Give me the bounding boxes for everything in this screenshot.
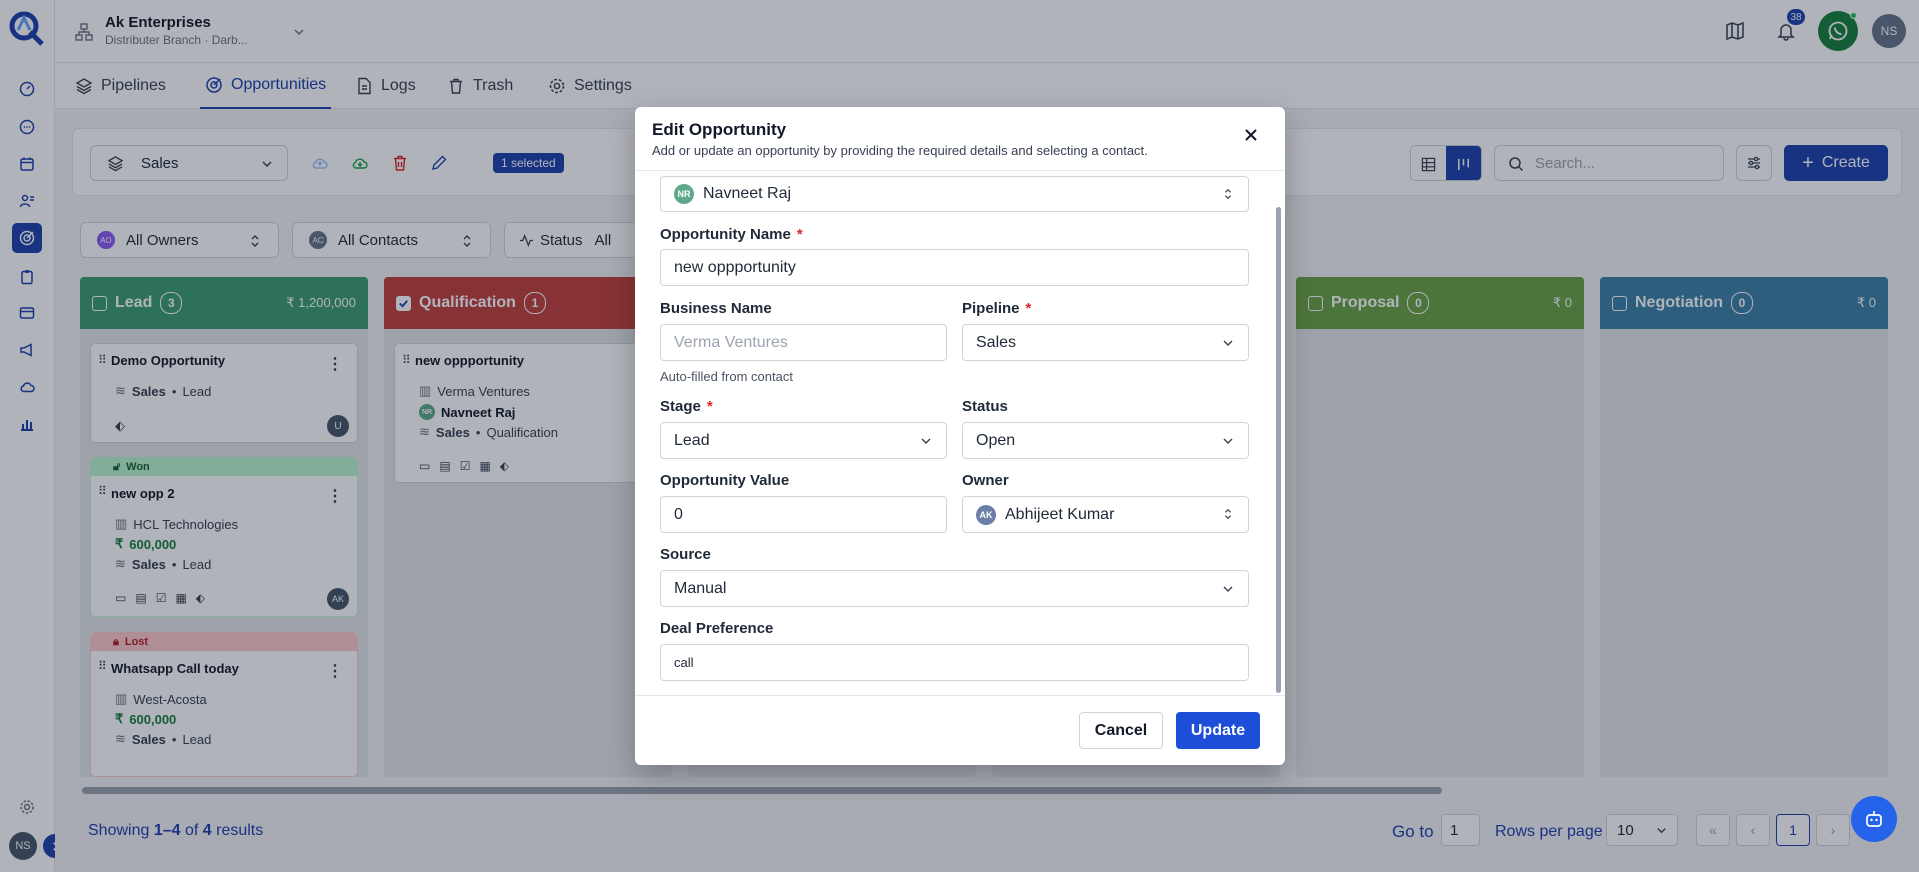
source-label: Source <box>660 546 711 563</box>
deal-preference-input[interactable]: call <box>660 644 1249 681</box>
owner-avatar: AK <box>976 504 996 525</box>
chatbot-button[interactable] <box>1851 796 1897 842</box>
stage-select[interactable]: Lead <box>660 422 947 459</box>
status-select[interactable]: Open <box>962 422 1249 459</box>
edit-opportunity-modal: Edit Opportunity Add or update an opport… <box>635 107 1285 765</box>
contact-select[interactable]: NR Navneet Raj <box>660 176 1249 212</box>
modal-subtitle: Add or update an opportunity by providin… <box>652 143 1148 158</box>
deal-preference-label: Deal Preference <box>660 620 774 637</box>
chevron-down-icon <box>1223 586 1233 592</box>
footer-divider <box>635 695 1285 696</box>
chevron-down-icon <box>921 438 931 444</box>
chevron-down-icon <box>1223 340 1233 346</box>
pipeline-select[interactable]: Sales <box>962 324 1249 361</box>
business-name-input[interactable]: Verma Ventures <box>660 324 947 361</box>
owner-select[interactable]: AK Abhijeet Kumar <box>962 496 1249 533</box>
contact-value: Navneet Raj <box>703 185 792 202</box>
update-button[interactable]: Update <box>1176 712 1260 749</box>
business-name-hint: Auto-filled from contact <box>660 369 793 384</box>
stage-label: Stage * <box>660 398 713 415</box>
robot-icon <box>1866 811 1882 827</box>
modal-title: Edit Opportunity <box>652 120 787 139</box>
cancel-button[interactable]: Cancel <box>1079 712 1163 749</box>
opportunity-name-label: Opportunity Name * <box>660 226 803 243</box>
opportunity-value-label: Opportunity Value <box>660 472 790 489</box>
pipeline-label: Pipeline * <box>962 300 1032 317</box>
owner-label: Owner <box>962 472 1009 489</box>
updown-chevron-icon <box>1225 508 1231 520</box>
modal-scrollbar[interactable] <box>1276 207 1281 693</box>
opportunity-value-input[interactable]: 0 <box>660 496 947 533</box>
close-button[interactable] <box>1239 123 1263 147</box>
close-icon <box>1245 129 1257 141</box>
header-divider <box>635 170 1285 171</box>
updown-chevron-icon <box>1225 188 1231 200</box>
business-name-label: Business Name <box>660 300 772 317</box>
chevron-down-icon <box>1223 438 1233 444</box>
status-label: Status <box>962 398 1008 415</box>
opportunity-name-input[interactable]: new oppportunity <box>660 249 1249 286</box>
contact-avatar: NR <box>674 184 694 204</box>
source-select[interactable]: Manual <box>660 570 1249 607</box>
